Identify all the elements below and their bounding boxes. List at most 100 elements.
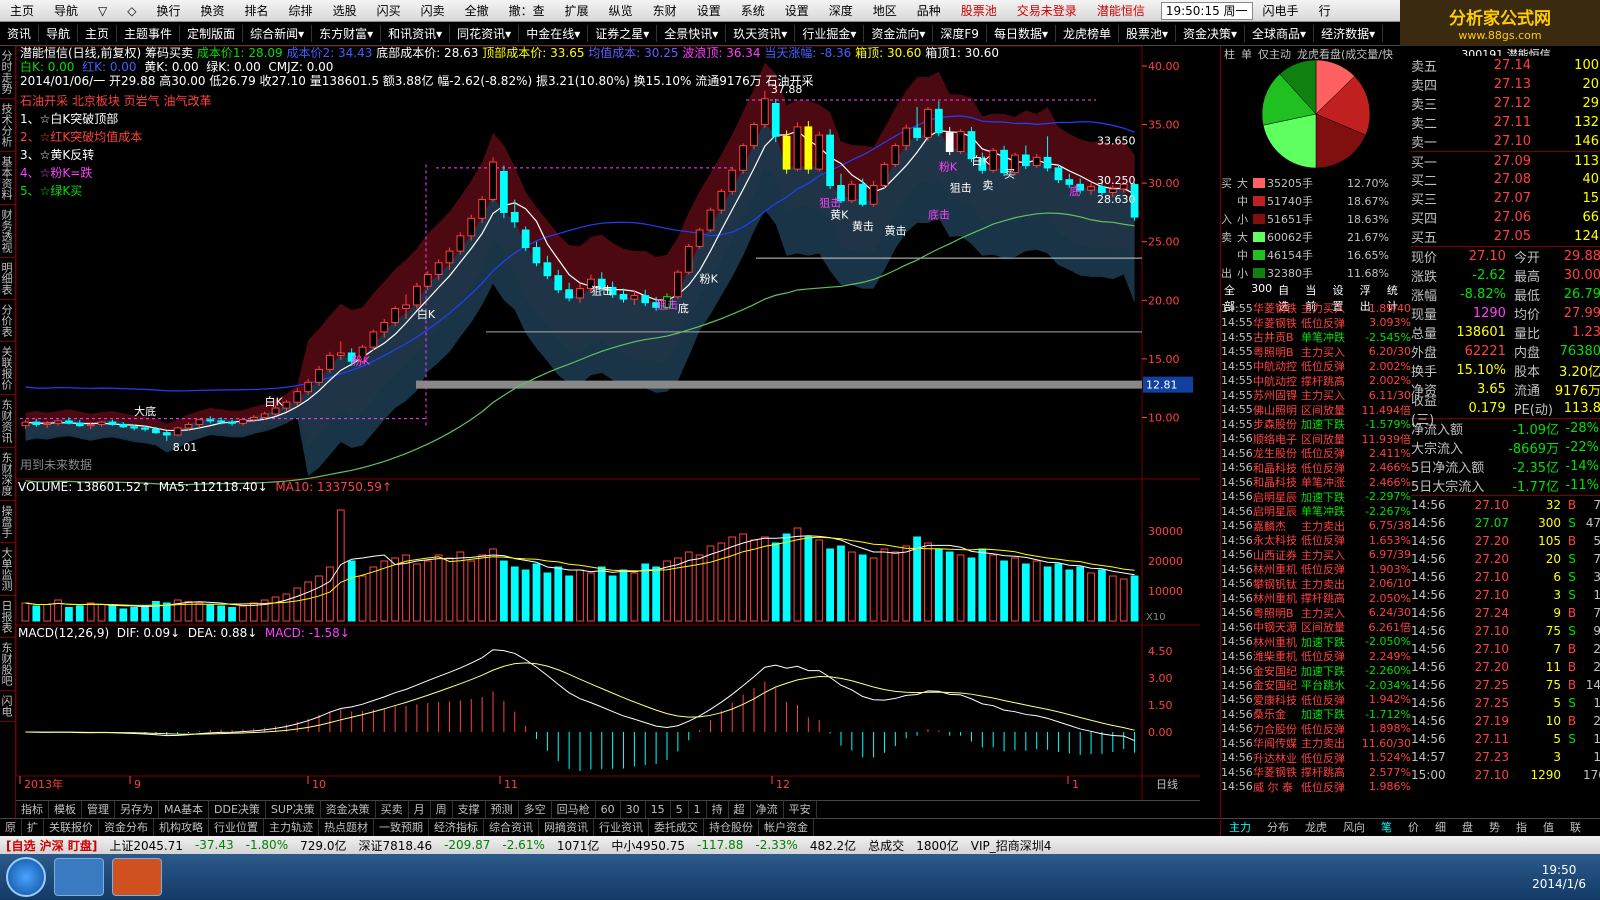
menu-item[interactable]: 换资	[191, 0, 235, 22]
kline-chart[interactable]: 40.0035.0030.0025.0020.0015.0010.0012.81…	[16, 46, 1200, 800]
indicator-tab[interactable]: 资金决策	[321, 801, 376, 818]
left-tab[interactable]: 财务透视	[0, 205, 15, 258]
alert-row[interactable]: 14:56 华闻传媒 主力卖出 11.60/30	[1221, 736, 1411, 751]
indicator-tab[interactable]: 支撑	[453, 801, 486, 818]
function-tab[interactable]: 资金分布	[99, 819, 154, 836]
menu-item[interactable]: 全撤	[455, 0, 499, 22]
menu-item[interactable]: ◇	[117, 0, 146, 22]
right-panel-tab[interactable]: 笔	[1373, 819, 1400, 836]
right-panel-tab[interactable]: 龙虎	[1297, 819, 1335, 836]
toolbar-item[interactable]: 行业掘金▾	[795, 25, 865, 42]
alert-row[interactable]: 14:55 苏州固锝 主力买入 6.11/30	[1221, 388, 1411, 403]
alert-row[interactable]: 14:56 潍柴重机 低位反弹 2.249%	[1221, 649, 1411, 664]
trade-login-link[interactable]: 交易未登录	[1007, 0, 1087, 22]
tick-row[interactable]: 14:56 27.10 75 S 9	[1411, 622, 1600, 640]
alert-filter-tab[interactable]: 自选	[1275, 282, 1302, 313]
tick-row[interactable]: 15:00 27.10 1290 176	[1411, 766, 1600, 784]
alert-row[interactable]: 14:55 佛山照明 区间放量 11.494倍	[1221, 403, 1411, 418]
menu-item[interactable]: 选股	[323, 0, 367, 22]
alert-row[interactable]: 14:56 爱康科技 低位反弹 1.942%	[1221, 693, 1411, 708]
toolbar-item[interactable]: 中金在线▾	[519, 25, 589, 42]
function-tab[interactable]: 一致预期	[374, 819, 429, 836]
order-book-row[interactable]: 买一 27.09 113	[1411, 151, 1600, 171]
function-tab[interactable]: 机构攻略	[154, 819, 209, 836]
toolbar-item[interactable]: 全球商品▾	[1245, 25, 1315, 42]
right-panel-tab[interactable]: 分布	[1259, 819, 1297, 836]
indicator-tab[interactable]: MA基本	[159, 801, 210, 818]
left-tab[interactable]: 闪电	[0, 691, 15, 722]
left-tab[interactable]: 技术分析	[0, 99, 15, 152]
alert-row[interactable]: 14:55 中航动控 撑杆跳高 2.002%	[1221, 374, 1411, 389]
tick-row[interactable]: 14:56 27.19 10 B 2	[1411, 712, 1600, 730]
menu-item[interactable]: 扩展	[555, 0, 599, 22]
tick-row[interactable]: 14:56 27.25 75 B 14	[1411, 676, 1600, 694]
alert-row[interactable]: 14:56 山西证券 主力买入 6.97/39	[1221, 548, 1411, 563]
indicator-tab[interactable]: 月	[409, 801, 431, 818]
alert-row[interactable]: 14:56 顺络电子 区间放量 11.939倍	[1221, 432, 1411, 447]
tick-row[interactable]: 14:56 27.20 11 B 2	[1411, 658, 1600, 676]
tick-row[interactable]: 14:56 27.24 9 B 7	[1411, 604, 1600, 622]
indicator-tab[interactable]: 平安	[784, 801, 817, 818]
order-book-row[interactable]: 卖五 27.14 100	[1411, 56, 1600, 75]
toolbar-item[interactable]: 资讯	[0, 25, 40, 42]
alert-row[interactable]: 14:55 华菱钢铁 低位反弹 3.093%	[1221, 316, 1411, 331]
alert-row[interactable]: 14:56 龙生股份 低位反弹 2.411%	[1221, 446, 1411, 461]
menu-item[interactable]: 纵览	[599, 0, 643, 22]
menu-item[interactable]: 设置	[687, 0, 731, 22]
alert-filter-tab[interactable]: 全部	[1221, 282, 1248, 313]
indicator-tab[interactable]: 回马枪	[552, 801, 596, 818]
indicator-tab[interactable]: 管理	[82, 801, 115, 818]
function-tab[interactable]: 扩	[22, 819, 44, 836]
order-book-row[interactable]: 卖一 27.10 146	[1411, 132, 1600, 151]
alert-row[interactable]: 14:56 华菱钢铁 撑杆跳高 2.577%	[1221, 765, 1411, 780]
alert-row[interactable]: 14:56 升达林业 低位反弹 1.524%	[1221, 751, 1411, 766]
menu-item[interactable]: 导航	[44, 0, 88, 22]
tick-row[interactable]: 14:56 27.10 6 S 3	[1411, 568, 1600, 586]
alert-row[interactable]: 14:56 攀钢钒钛 主力卖出 2.06/10	[1221, 577, 1411, 592]
left-tab[interactable]: 分时走势	[0, 46, 15, 99]
alert-row[interactable]: 14:56 和晶科技 低位反弹 2.466%	[1221, 461, 1411, 476]
right-panel-tab[interactable]: 价	[1400, 819, 1427, 836]
order-book-row[interactable]: 买三 27.07 15	[1411, 189, 1600, 208]
menu-item[interactable]: 换行	[147, 0, 191, 22]
menu-item[interactable]: 综排	[279, 0, 323, 22]
alert-row[interactable]: 14:56 林州重机 撑杆跳高 2.050%	[1221, 591, 1411, 606]
tick-row[interactable]: 14:56 27.11 5 S 1	[1411, 730, 1600, 748]
status-watchlist[interactable]: [自选 沪深 盯盘]	[0, 837, 103, 854]
function-tab[interactable]: 经济指标	[429, 819, 484, 836]
tick-row[interactable]: 14:57 27.23 3 1	[1411, 748, 1600, 766]
right-panel-tab[interactable]: 联	[1562, 819, 1589, 836]
indicator-tab[interactable]: 多空	[519, 801, 552, 818]
indicator-tab[interactable]: 30	[621, 801, 646, 818]
toolbar-item[interactable]: 资金流向▾	[864, 25, 934, 42]
tick-row[interactable]: 14:56 27.20 20 S 7	[1411, 550, 1600, 568]
indicator-tab[interactable]: 预测	[486, 801, 519, 818]
toolbar-item[interactable]: 证券之星▾	[588, 25, 658, 42]
alert-row[interactable]: 14:56 启明星辰 加速下跌 -2.297%	[1221, 490, 1411, 505]
alert-row[interactable]: 14:56 力合股份 低位反弹 1.898%	[1221, 722, 1411, 737]
indicator-tab[interactable]: 超	[729, 801, 751, 818]
alert-row[interactable]: 14:55 古井贡B 单笔冲跌 -2.545%	[1221, 330, 1411, 345]
app-taskbar-icon[interactable]	[112, 858, 162, 896]
function-tab[interactable]: 网摘资讯	[539, 819, 594, 836]
toolbar-item[interactable]: 玖天资讯▾	[726, 25, 796, 42]
start-button[interactable]	[6, 857, 46, 897]
left-tab[interactable]: 分价表	[0, 300, 15, 342]
alert-row[interactable]: 14:56 永太科技 低位反弹 1.653%	[1221, 533, 1411, 548]
indicator-tab[interactable]: 1	[689, 801, 707, 818]
order-book-row[interactable]: 买二 27.08 40	[1411, 170, 1600, 189]
alert-row[interactable]: 14:56 嘉麟杰 主力卖出 6.75/38	[1221, 519, 1411, 534]
left-tab[interactable]: 东财资讯	[0, 395, 15, 448]
alert-row[interactable]: 14:55 粤照明B 主力买入 6.20/30	[1221, 345, 1411, 360]
indicator-tab[interactable]: 周	[431, 801, 453, 818]
alert-row[interactable]: 14:56 粤照明B 主力买入 6.24/30	[1221, 606, 1411, 621]
toolbar-item[interactable]: 主题事件	[117, 25, 181, 42]
indicator-tab[interactable]: 另存为	[115, 801, 159, 818]
stock-pool-link[interactable]: 股票池	[951, 0, 1007, 22]
left-tab[interactable]: 日报表	[0, 596, 15, 638]
indicator-tab[interactable]: SUP决策	[266, 801, 321, 818]
menu-item[interactable]: 东财	[643, 0, 687, 22]
menu-item[interactable]: 排名	[235, 0, 279, 22]
quote-button[interactable]: 行	[1309, 0, 1341, 22]
order-book-row[interactable]: 卖二 27.11 132	[1411, 113, 1600, 132]
